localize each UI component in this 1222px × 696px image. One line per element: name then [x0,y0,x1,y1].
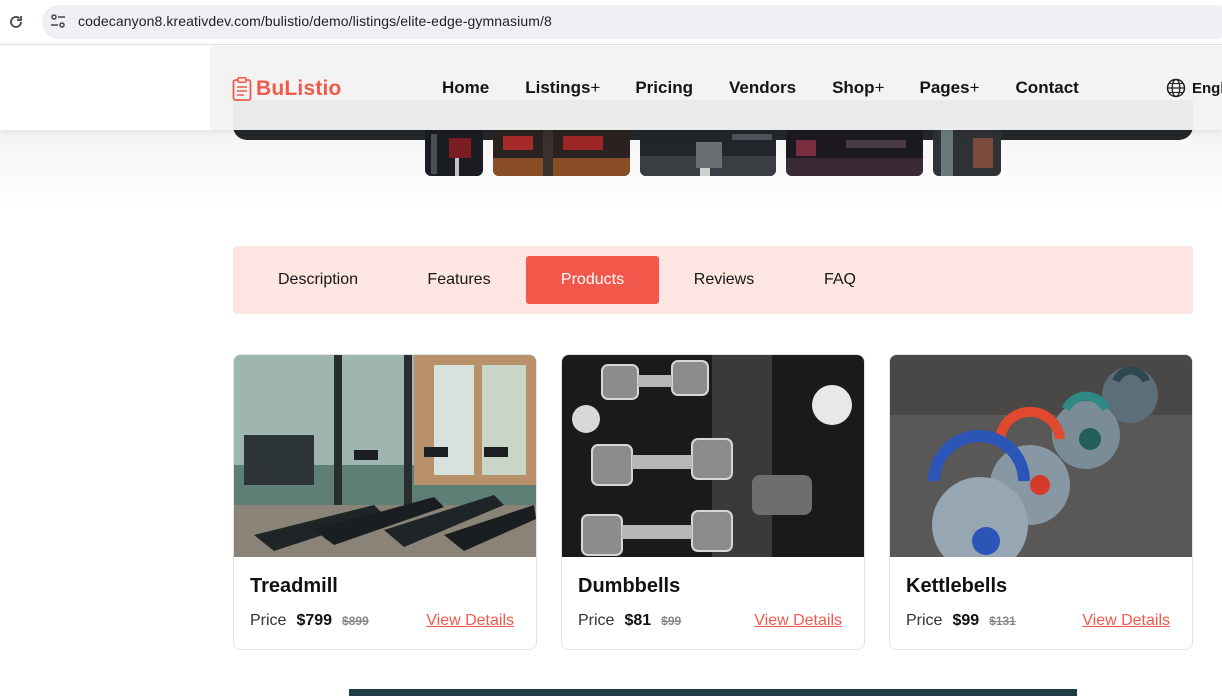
nav-label: Contact [1015,78,1079,97]
listing-tabs: Description Features Products Reviews FA… [233,246,1193,314]
tab-reviews[interactable]: Reviews [679,256,769,304]
clipboard-logo-icon [232,77,252,101]
original-price: $131 [989,614,1016,628]
url-text[interactable]: codecanyon8.kreativdev.com/bulistio/demo… [78,13,552,29]
current-price: $81 [624,612,652,629]
gallery-thumbnail[interactable] [425,128,483,176]
language-label: Engl [1192,79,1222,97]
product-card: Dumbbells Price $81 $99 View Details [561,354,865,650]
tab-products[interactable]: Products [526,256,659,304]
nav-contact[interactable]: Contact [1016,78,1079,98]
current-price: $799 [296,612,333,629]
site-header: BuListio Home Listings+ Pricing Vendors … [0,46,1222,130]
nav-plus-icon: + [874,78,885,97]
nav-label: Listings [525,78,591,97]
nav-home[interactable]: Home [442,78,489,98]
site-logo[interactable]: BuListio [232,77,342,101]
product-name: Dumbbells [578,575,681,597]
current-price: $99 [952,612,980,629]
site-info-icon[interactable] [50,13,66,29]
original-price: $99 [661,614,682,628]
product-name: Treadmill [250,575,338,597]
main-navigation: Home Listings+ Pricing Vendors Shop+ Pag… [442,78,1079,98]
gallery-thumbnail[interactable] [933,128,1001,176]
price-row: Price $99 $131 [906,612,1016,630]
nav-label: Shop [832,78,875,97]
gallery-thumbnail[interactable] [640,128,776,176]
browser-toolbar: codecanyon8.kreativdev.com/bulistio/demo… [0,0,1222,45]
nav-listings[interactable]: Listings+ [525,78,600,98]
nav-pricing[interactable]: Pricing [635,78,693,98]
price-label: Price [250,612,287,629]
product-card: Treadmill Price $799 $899 View Details [233,354,537,650]
product-card: Kettlebells Price $99 $131 View Details [889,354,1193,650]
view-details-link[interactable]: View Details [754,612,842,630]
logo-text: BuListio [256,77,342,100]
header-left-panel [0,46,210,130]
language-selector[interactable]: Engl [1166,78,1222,98]
nav-label: Home [442,78,490,97]
view-details-link[interactable]: View Details [426,612,514,630]
price-label: Price [906,612,943,629]
tab-faq[interactable]: FAQ [807,256,873,304]
gallery-thumbnail[interactable] [786,128,923,176]
nav-shop[interactable]: Shop+ [832,78,884,98]
nav-plus-icon: + [969,78,980,97]
globe-icon [1166,78,1186,98]
price-label: Price [578,612,615,629]
nav-vendors[interactable]: Vendors [729,78,796,98]
product-image-treadmill[interactable] [234,355,536,557]
gallery-thumbnail[interactable] [493,128,630,176]
price-row: Price $81 $99 [578,612,681,630]
reload-icon[interactable] [6,12,26,32]
tab-description[interactable]: Description [263,256,373,304]
nav-label: Pages [919,78,970,97]
nav-plus-icon: + [590,78,601,97]
view-details-link[interactable]: View Details [1082,612,1170,630]
tab-features[interactable]: Features [409,256,509,304]
original-price: $899 [342,614,369,628]
bottom-banner [349,689,1077,696]
nav-pages[interactable]: Pages+ [920,78,980,98]
product-image-kettlebells[interactable] [890,355,1192,557]
nav-label: Vendors [728,78,797,97]
product-name: Kettlebells [906,575,1008,597]
product-image-dumbbells[interactable] [562,355,864,557]
nav-label: Pricing [635,78,693,97]
price-row: Price $799 $899 [250,612,369,630]
